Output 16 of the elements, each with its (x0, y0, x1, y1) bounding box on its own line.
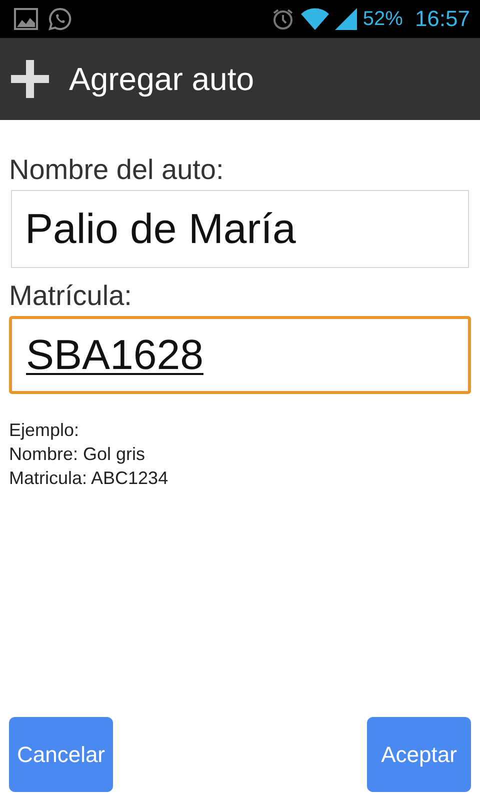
image-icon (14, 8, 38, 30)
chat-icon (48, 7, 72, 31)
alarm-icon (270, 7, 295, 31)
signal-icon (334, 8, 357, 30)
plus-icon (11, 60, 49, 98)
text-field[interactable]: SBA1628 (9, 316, 471, 394)
clock-time: 16:57 (414, 6, 470, 32)
hint-text: Matricula: ABC1234 (9, 467, 168, 490)
text-field[interactable]: Palio de María (11, 190, 469, 268)
wifi-icon (300, 8, 329, 30)
field-label: Matrícula: (9, 280, 132, 312)
hint-text: Ejemplo: (9, 419, 80, 442)
hint-text: Nombre: Gol gris (9, 443, 146, 466)
screen-title: Agregar auto (69, 60, 254, 98)
field-label: Nombre del auto: (9, 154, 224, 186)
battery-level: 52% (362, 8, 403, 30)
